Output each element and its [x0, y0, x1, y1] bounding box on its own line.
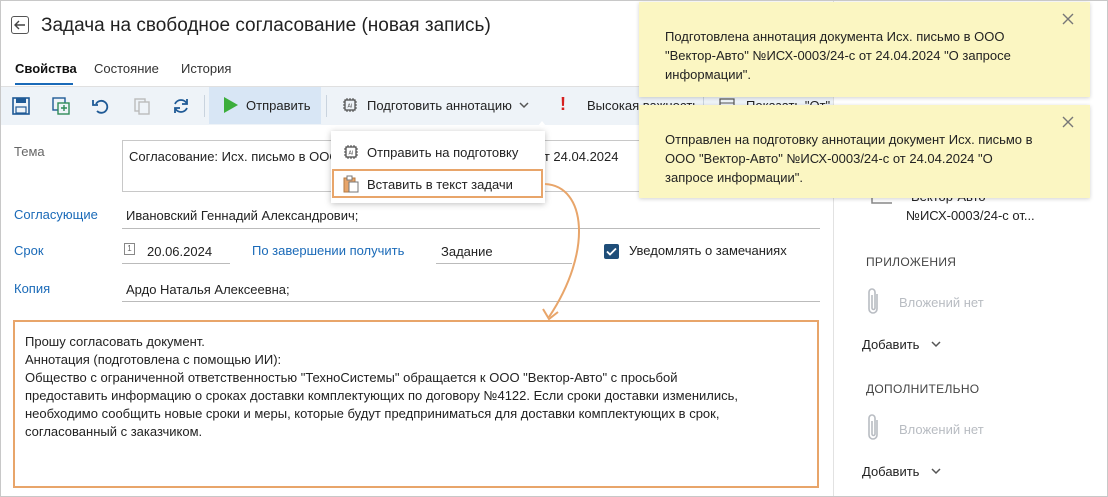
window: Задача на свободное согласование (новая …: [0, 0, 1108, 497]
close-icon[interactable]: [1062, 13, 1074, 25]
paperclip-icon: [868, 288, 878, 314]
on-complete-value: Задание: [441, 244, 493, 259]
deadline-value: 20.06.2024: [147, 244, 213, 259]
notification-toast: Отправлен на подготовку аннотации докуме…: [639, 105, 1090, 198]
deadline-field-underline[interactable]: [122, 263, 230, 264]
task-body-textarea[interactable]: Прошу согласовать документ. Аннотация (п…: [13, 320, 819, 488]
paperclip-icon: [868, 414, 878, 440]
tab-properties[interactable]: Свойства: [15, 61, 77, 76]
body-line: необходимо сообщить новые сроки и меры, …: [25, 406, 720, 421]
toolbar-separator: [204, 95, 205, 117]
notification-toast: Подготовлена аннотация документа Исх. пи…: [639, 2, 1090, 97]
back-button[interactable]: [11, 16, 29, 34]
notification-line: ООО "Вектор-Авто" №ИСХ-0003/24-с от 24.0…: [665, 151, 993, 166]
close-icon[interactable]: [1062, 116, 1074, 128]
svg-text:AI: AI: [349, 151, 354, 157]
body-line: Аннотация (подготовлена с помощью ИИ):: [25, 352, 282, 367]
body-line: Общество с ограниченной ответственностью…: [25, 370, 678, 385]
arrow-left-icon: [14, 20, 25, 30]
chevron-down-icon[interactable]: [519, 102, 529, 109]
attachments-empty: Вложений нет: [899, 295, 984, 310]
extra-title: ДОПОЛНИТЕЛЬНО: [866, 382, 980, 396]
notify-label[interactable]: Уведомлять о замечаниях: [629, 243, 787, 258]
copy-field-underline[interactable]: [122, 301, 820, 302]
extra-empty: Вложений нет: [899, 422, 984, 437]
copy-value: Ардо Наталья Алексеевна;: [126, 282, 290, 297]
tab-history[interactable]: История: [181, 61, 231, 76]
notification-line: информации".: [665, 67, 751, 82]
on-complete-label[interactable]: По завершении получить: [252, 243, 404, 258]
refresh-icon[interactable]: [171, 96, 191, 116]
notification-line: "Вектор-Авто" №ИСХ-0003/24-с от 24.04.20…: [665, 48, 1011, 63]
attachments-title: ПРИЛОЖЕНИЯ: [866, 255, 957, 269]
approvers-field-underline[interactable]: [122, 228, 820, 229]
play-icon: [224, 97, 238, 113]
body-line: Прошу согласовать документ.: [25, 334, 205, 349]
prepare-annotation-button[interactable]: Подготовить аннотацию: [367, 98, 512, 113]
approvers-value: Ивановский Геннадий Александрович;: [126, 208, 359, 223]
svg-text:AI: AI: [348, 104, 353, 110]
send-button-label: Отправить: [246, 98, 311, 113]
body-line: согласованный с заказчиком.: [25, 424, 203, 439]
active-tab-indicator: [15, 83, 73, 85]
curved-arrow-annotation: [542, 183, 580, 321]
extra-add-button[interactable]: Добавить: [862, 464, 919, 479]
page-title: Задача на свободное согласование (новая …: [41, 15, 491, 36]
calendar-icon[interactable]: 1: [124, 243, 135, 255]
undo-icon[interactable]: [91, 96, 111, 116]
tab-state[interactable]: Состояние: [94, 61, 159, 76]
body-line: предоставить информацию о сроках доставк…: [25, 388, 739, 403]
menu-item-send-to-prepare[interactable]: Отправить на подготовку: [367, 145, 518, 160]
attachments-add-button[interactable]: Добавить: [862, 337, 919, 352]
topic-label: Тема: [14, 144, 45, 159]
deadline-label[interactable]: Срок: [14, 243, 44, 258]
save-close-icon[interactable]: [51, 96, 71, 116]
ai-chip-icon: AI: [344, 145, 358, 159]
linked-document-line2[interactable]: №ИСХ-0003/24-с от...: [906, 208, 1035, 223]
copy-label[interactable]: Копия: [14, 281, 50, 296]
importance-icon: !: [560, 94, 566, 114]
toolbar-separator: [326, 95, 327, 117]
dropdown-pointer: [534, 121, 550, 131]
ai-chip-icon: AI: [343, 98, 357, 112]
notification-line: Подготовлена аннотация документа Исх. пи…: [665, 29, 1005, 44]
menu-item-highlight-frame: [332, 169, 543, 198]
save-icon[interactable]: [11, 96, 31, 116]
chevron-down-icon[interactable]: [931, 341, 941, 348]
notification-line: Отправлен на подготовку аннотации докуме…: [665, 132, 1033, 147]
notification-line: запросе информации".: [665, 170, 803, 185]
chevron-down-icon[interactable]: [931, 468, 941, 475]
copy-icon: [134, 98, 150, 115]
approvers-label[interactable]: Согласующие: [14, 207, 98, 222]
